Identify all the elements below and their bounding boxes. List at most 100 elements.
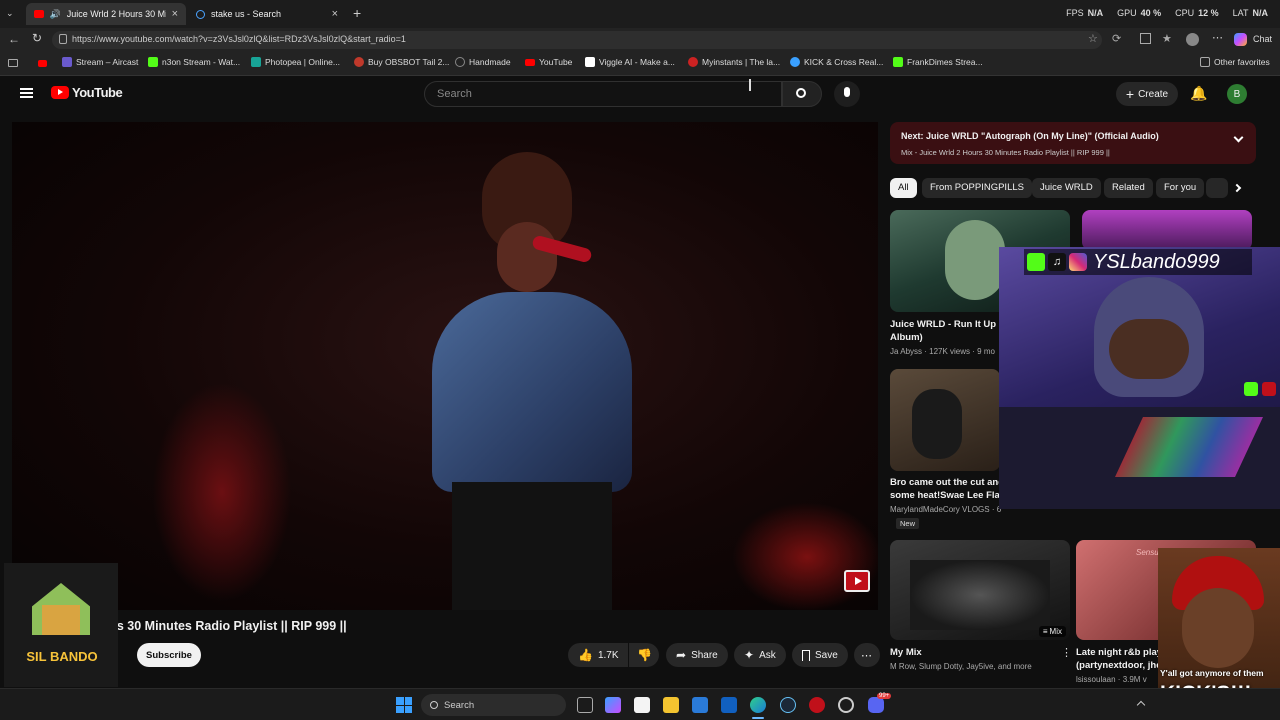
windows-start-icon[interactable]	[396, 697, 412, 713]
more-actions-button[interactable]: ⋯	[854, 643, 880, 667]
voice-search-button[interactable]	[834, 81, 860, 107]
discord-icon[interactable]	[868, 697, 884, 713]
task-view-icon[interactable]	[577, 697, 593, 713]
channel-watermark-icon[interactable]	[844, 570, 870, 592]
youtube-favicon-icon	[34, 10, 44, 18]
youtube-bookmark-icon[interactable]	[38, 60, 47, 67]
recommendation-title[interactable]: Late night r&b playl (partynextdoor, jhe	[1076, 646, 1165, 672]
search-placeholder: Search	[437, 88, 472, 100]
tab-list-chevron-icon[interactable]: ⌄	[6, 8, 18, 20]
reading-list-icon[interactable]	[8, 59, 18, 67]
bookmark-viggle[interactable]: Viggle AI - Make a...	[585, 57, 675, 67]
share-label: Share	[691, 649, 718, 661]
up-next-panel[interactable]: Next: Juice WRLD "Autograph (On My Line)…	[890, 122, 1256, 164]
dislike-button[interactable]: 👎	[629, 643, 659, 667]
speaker-icon[interactable]: 🔊	[50, 9, 61, 20]
bookmark-obsbot[interactable]: Buy OBSBOT Tail 2...	[354, 57, 449, 67]
chat-label[interactable]: Chat	[1253, 34, 1272, 44]
ask-button[interactable]: ✦ Ask	[734, 643, 786, 667]
bookmark-n3on[interactable]: n3on Stream - Wat...	[148, 57, 240, 67]
globe-icon	[455, 57, 465, 67]
search-button[interactable]	[782, 81, 822, 107]
save-label: Save	[815, 649, 838, 661]
youtube-logo[interactable]: YouTube	[51, 85, 123, 100]
profile-avatar[interactable]	[1186, 33, 1199, 46]
youtube-logo-text: YouTube	[72, 85, 123, 100]
bookmark-label: Handmade	[469, 57, 511, 67]
like-button[interactable]: 👍 1.7K	[568, 643, 628, 667]
split-screen-icon[interactable]	[1140, 33, 1151, 44]
site-info-icon[interactable]	[59, 34, 67, 44]
bookmark-icon	[802, 649, 810, 661]
hamburger-menu-icon[interactable]	[20, 88, 33, 98]
recommendation-thumbnail[interactable]	[890, 369, 1000, 471]
close-tab-icon[interactable]: ×	[332, 8, 338, 20]
bookmark-photopea[interactable]: Photopea | Online...	[251, 57, 340, 67]
new-tab-button[interactable]: +	[353, 5, 361, 21]
steam-icon[interactable]	[780, 697, 796, 713]
sil-bando-logo-text: SIL BANDO	[26, 649, 98, 664]
search-input[interactable]: Search	[424, 81, 782, 107]
edge-browser-icon[interactable]	[750, 697, 766, 713]
tab-youtube[interactable]: 🔊 Juice Wrld 2 Hours 30 Minute ×	[26, 3, 186, 25]
bookmark-youtube[interactable]: YouTube	[525, 57, 572, 67]
settings-icon[interactable]	[838, 697, 854, 713]
copilot-app-icon[interactable]	[605, 697, 621, 713]
chip-all[interactable]: All	[890, 178, 917, 198]
video-player[interactable]	[12, 122, 878, 610]
favorites-icon[interactable]: ★	[1162, 32, 1172, 45]
chips-next-chevron-icon[interactable]	[1232, 183, 1242, 193]
store-icon[interactable]	[634, 697, 650, 713]
bookmark-kick-cross[interactable]: KICK & Cross Real...	[790, 57, 883, 67]
chip-for-you[interactable]: For you	[1156, 178, 1205, 198]
photos-icon[interactable]	[692, 697, 708, 713]
refresh-icon[interactable]: ↻	[32, 31, 42, 45]
copilot-icon[interactable]	[1234, 33, 1247, 46]
bookmark-label: KICK & Cross Real...	[804, 57, 884, 67]
bookmark-myinstants[interactable]: Myinstants | The la...	[688, 57, 780, 67]
tray-chevron-up-icon[interactable]	[1136, 700, 1146, 710]
chip-juice-wrld[interactable]: Juice WRLD	[1032, 178, 1101, 198]
file-explorer-icon[interactable]	[663, 697, 679, 713]
meme-caption: Y'all got anymore of them	[1160, 668, 1264, 678]
up-next-subtitle: Mix - Juice Wrld 2 Hours 30 Minutes Radi…	[901, 148, 1110, 157]
taskbar-search[interactable]: Search	[421, 694, 566, 716]
bookmark-aircast[interactable]: Stream – Aircast	[62, 57, 138, 67]
recommendation-title[interactable]: Juice WRLD - Run It Up (U Album)	[890, 318, 1009, 344]
close-tab-icon[interactable]: ×	[172, 8, 178, 20]
account-avatar[interactable]: B	[1227, 84, 1247, 104]
more-options-icon[interactable]: ⋮	[1061, 646, 1072, 659]
tab-title: stake us - Search	[211, 9, 282, 19]
favorite-star-icon[interactable]: ☆	[1088, 32, 1098, 45]
performer-figure	[372, 152, 692, 610]
subscribe-button[interactable]: Subscribe	[137, 643, 201, 667]
thumbs-down-icon: 👎	[637, 648, 652, 662]
recommendation-thumbnail[interactable]	[1082, 210, 1252, 250]
bookmark-frankdimes[interactable]: FrankDimes Strea...	[893, 57, 983, 67]
kick-badge-icon	[1262, 382, 1276, 396]
other-favorites[interactable]: Other favorites	[1200, 57, 1270, 67]
recommendation-meta: MarylandMadeCory VLOGS · 6	[890, 505, 1002, 514]
recommendation-title[interactable]: My Mix	[890, 646, 922, 659]
tab-search[interactable]: stake us - Search ×	[188, 3, 346, 25]
chevron-down-icon[interactable]	[1233, 132, 1244, 143]
extensions-icon[interactable]: ⟳	[1112, 32, 1121, 45]
recommendation-thumbnail[interactable]: ≡ Mix	[890, 540, 1070, 640]
url-field[interactable]: https://www.youtube.com/watch?v=z3VsJsl0…	[52, 31, 1102, 49]
share-button[interactable]: ➦ Share	[666, 643, 728, 667]
recommendation-meta: M Row, Slump Dotty, Jay5ive, and more	[890, 662, 1032, 671]
outlook-icon[interactable]	[721, 697, 737, 713]
chip-related[interactable]: Related	[1104, 178, 1153, 198]
save-button[interactable]: Save	[792, 643, 848, 667]
more-menu-icon[interactable]: ⋯	[1212, 31, 1223, 44]
bookmark-handmade[interactable]: Handmade	[455, 57, 511, 67]
kick-icon	[148, 57, 158, 67]
chip-from-poppingpills[interactable]: From POPPINGPILLS	[922, 178, 1032, 198]
recommendation-title[interactable]: Bro came out the cut and some heat!Swae …	[890, 476, 1008, 502]
notifications-bell-icon[interactable]: 🔔	[1190, 85, 1207, 102]
chip-partial[interactable]	[1206, 178, 1228, 198]
back-icon[interactable]: ←	[8, 32, 20, 46]
create-button[interactable]: + Create	[1116, 82, 1178, 106]
recommendation-title-line: (partynextdoor, jhe	[1076, 660, 1162, 671]
obs-icon[interactable]	[809, 697, 825, 713]
